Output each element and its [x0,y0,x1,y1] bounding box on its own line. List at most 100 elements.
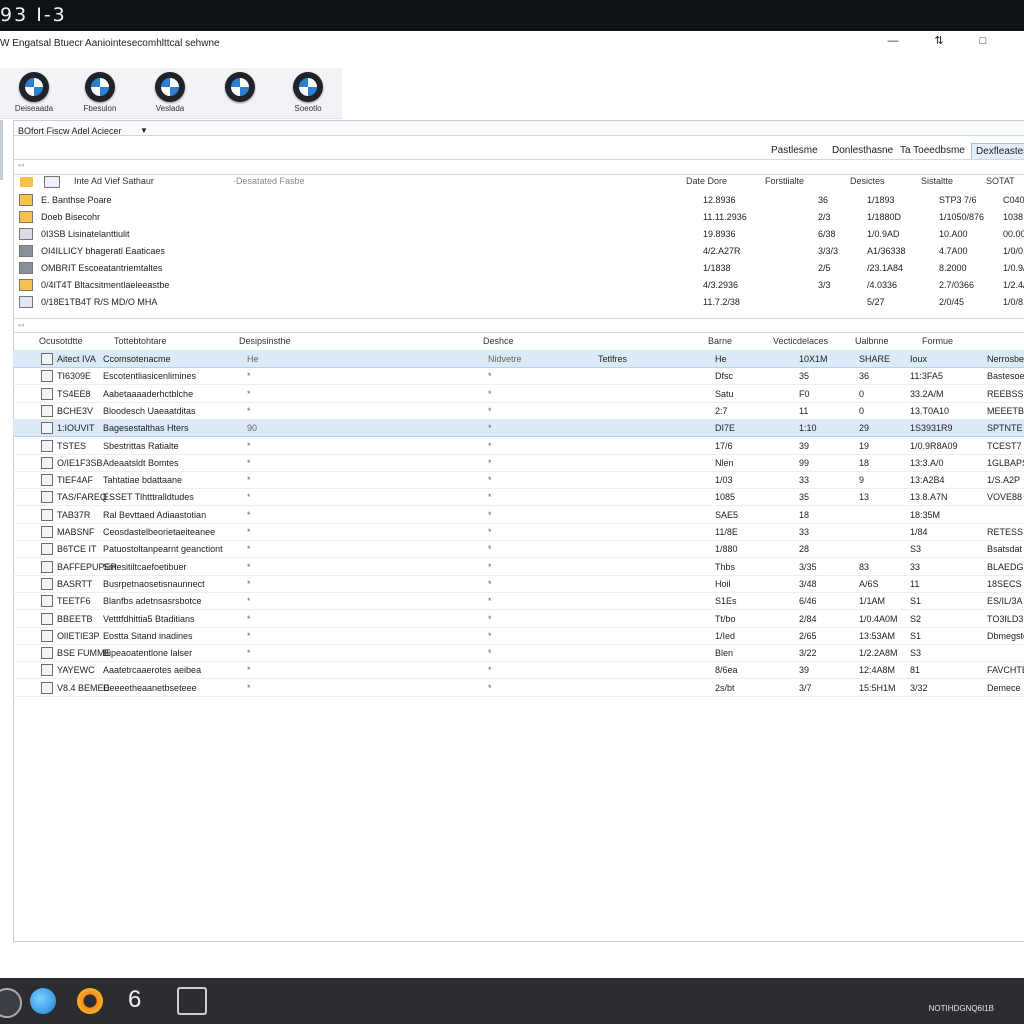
table1-header[interactable]: Forstlialte [765,176,804,186]
toolbar-button-1[interactable]: Deiseaada [4,72,64,116]
restore-icon[interactable]: ⇅ [932,34,946,48]
table2-row[interactable]: BSE FUMME Bipeaoatentlone lalser * * Blen 3/2… [13,644,1024,663]
table1-row[interactable]: 0I3SB Lisinatelanttiulit 19.8936 6/38 1/0.9… [13,225,1024,242]
toolbar-button-4[interactable] [210,72,270,116]
table1-cell: 1/0/81 [1003,297,1024,307]
edge-browser-icon[interactable] [30,988,56,1014]
settings-icon[interactable] [0,988,22,1018]
table1-cell: 1038 [1003,212,1024,222]
table1-header[interactable]: ·Desatated Fasbe [233,176,305,186]
table2-header[interactable]: Ocusotdtte [39,336,83,346]
table1-header[interactable]: Sistaltte [921,176,953,186]
table2-row[interactable]: BBEETB Vetttfdhittia5 Btaditians * * Tt/bo 2/… [13,610,1024,628]
table2-row[interactable]: B6TCE IT Patuostoltanpearnt geanctiont * * 1… [13,540,1024,559]
table2-cell: 33 [799,475,810,486]
table1-row[interactable]: 0/18E1TB4T R/S MD/O MHA 11.7.2/38 5/27 2/0/… [13,293,1024,310]
table2-header[interactable]: Ualbnne [855,336,889,346]
table2-cell-id: TAB37R [57,509,91,520]
table2-row[interactable]: O/IE1F3SB Adeaatsldt Bomtes * * Nlen 99 18 13:3… [13,454,1024,472]
table1-row[interactable]: Doeb Bisecohr 11.11.2936 2/3 1/1880D 1/1050/… [13,208,1024,225]
table2-cell: 18 [859,457,870,468]
table2-cell: Dbmegsto [987,630,1024,641]
bmw-logo-icon [293,72,323,102]
table2-row[interactable]: TI6309E Escotentliasicenlimines * * Dfsc 35 36… [13,367,1024,386]
table2-cell-desc: Tahtatiae bdattaane [103,475,183,486]
table2-row[interactable]: OlIETIE3P Eostta Sitand inadines * * 1/Ied 2/… [13,627,1024,645]
table2-cell: 33.2A/M [910,388,944,399]
table2-cell-id: BASRTT [57,578,93,589]
table1-row[interactable]: 0/4IT4T Bltacsitmentlaeleeastbe 4/3.2936 3… [13,276,1024,293]
table1-header[interactable]: SOTAT [986,176,1015,186]
table2-cell: SHARE [859,354,891,364]
table2-cell-id: MABSNF [57,527,95,537]
table2-row[interactable]: MABSNF Ceosdastelbeorietaeiteanee * * 11/8E 3… [13,523,1024,541]
printer-icon[interactable] [177,987,207,1015]
firefox-icon[interactable] [77,988,103,1014]
table2-row[interactable]: TEETF6 Blanfbs adetnsasrsbotce * * S1Es 6/46 1… [13,592,1024,611]
table2-cell-dev: * [488,492,492,503]
table2-cell: 19 [859,440,870,451]
table2-cell: 15:5H1M [859,682,896,693]
table2-cell-dev: * [488,682,492,693]
table2-header[interactable]: Desipsinsthe [239,336,291,346]
table2-cell: REEBSS [987,388,1024,399]
table1-row[interactable]: OMBRIT Escoeatantriemtaltes 1/1838 2/5/23.… [13,259,1024,276]
table2-cell: 3/35 [799,561,817,572]
table2-cell-dev: * [488,578,492,589]
table1-cell-name: E. Banthse Poare [41,195,112,205]
table1-header[interactable]: Date Dore [686,176,727,186]
file-icon [44,176,60,188]
table2-row[interactable]: TAS/FAREQ ESSET Tlhtttralldtudes * * 1085 35 1… [13,488,1024,507]
panel-title-bar[interactable]: BOfort Fiscw Adel Aciecer ▼ [14,121,1024,136]
table2-cell: 99 [799,457,810,468]
row-icon [41,560,53,573]
table1-header[interactable]: Inte Ad Vief Sathaur [74,176,154,186]
folder-icon [19,279,33,291]
toolbar-button-2[interactable]: Fbesulon [70,72,130,116]
toolbar-button-5[interactable]: Soeotlo [278,72,338,116]
bmw-logo-icon [225,72,255,102]
table2-header[interactable]: Barne [708,336,732,346]
tab-pastlesme[interactable]: Pastlesme [767,143,822,158]
table2-cell: 1085 [715,492,736,503]
table2-cell: 1/880 [715,544,738,555]
table2-header[interactable]: Tottebtohtare [114,336,167,346]
chevron-down-icon[interactable]: ▼ [140,126,148,135]
table2-row[interactable]: TIEF4AF Tahtatiae bdattaane * * 1/03 33 9 13:A2… [13,471,1024,490]
table2-cell-id: TAS/FAREQ [57,492,107,503]
maximize-icon[interactable]: □ [976,34,990,48]
table2-header[interactable]: Deshce [483,336,514,346]
table2-header[interactable]: Vecticdelaces [773,336,828,346]
table1-row[interactable]: OI4ILLICY bhageratl Eaaticaes 4/2.A27R 3/3… [13,242,1024,259]
table1-header[interactable]: Desictes [850,176,885,186]
table1-row[interactable]: E. Banthse Poare 12.8936 36 1/1893 STP3 7/6 C… [13,191,1024,208]
table2-row[interactable]: TAB37R Ral Bevttaed Adiaastotian * * SAE5 18 1… [13,506,1024,524]
table2-header[interactable]: Formue [922,336,953,346]
top-bar: 93 I-3 [0,0,1024,31]
table2-cell-desc: Blanfbs adetnsasrsbotce [103,596,202,607]
tab-donlesthasne[interactable]: Donlesthasne [828,143,897,158]
table2-row[interactable]: BASRTT Busrpetnaosetisnaunnect * * Hoil 3/48 A… [13,575,1024,593]
table2-row[interactable]: TS4EE8 Aabetaaaaderhctblche * * Satu F0 0 33.2A… [13,385,1024,403]
table2-cell: 1/2.2A8M [859,648,898,659]
tab-dexfleastes[interactable]: Dexfleastes [971,143,1024,159]
toolbar: Deiseaada Fbesulon Veslada Soeotlo [0,68,342,119]
table2-cell: 35 [799,492,810,503]
table2-row[interactable]: V8.4 BEMEE Deeeetheaanetbseteee * * 2s/bt 3/7… [13,679,1024,697]
toolbar-button-3[interactable]: Veslada [140,72,200,116]
row-icon [41,456,53,469]
table2-cell-id: V8.4 BEMEE [57,682,110,693]
app-6-icon[interactable]: 6 [128,986,141,1014]
table2-row[interactable]: BCHE3V Bloodesch Uaeaatditas * * 2:7 11 0 13.T0… [13,402,1024,420]
table2-row[interactable]: TSTES Sbestrittas Ratialte * * 17/6 39 19 1/0.9… [13,437,1024,455]
table1-cell: 36 [818,195,829,205]
table2-row[interactable]: Aitect IVA Ccomsotenacme He Nidvetre Tetlfre… [13,350,1024,368]
table2-cell: 2/84 [799,613,817,624]
table2-row[interactable]: BAFFEPUPER Smesitiltcaefoetibuer * * Thbs 3/3… [13,558,1024,576]
minimize-icon[interactable]: — [886,34,900,48]
table2-row[interactable]: YAYEWC Aaatetrcaaerotes aeibea * * 8/6ea 39 12… [13,661,1024,680]
toolbar-button-label: Fbesulon [83,104,117,113]
table1-cell: 2.7/0366 [939,280,975,290]
tab-toeedbsme[interactable]: Ta Toeedbsme [896,143,969,158]
table2-row[interactable]: 1:IOUVIT Bagesestalthas Hters 90 * DI7E 1:10 2… [13,419,1024,438]
